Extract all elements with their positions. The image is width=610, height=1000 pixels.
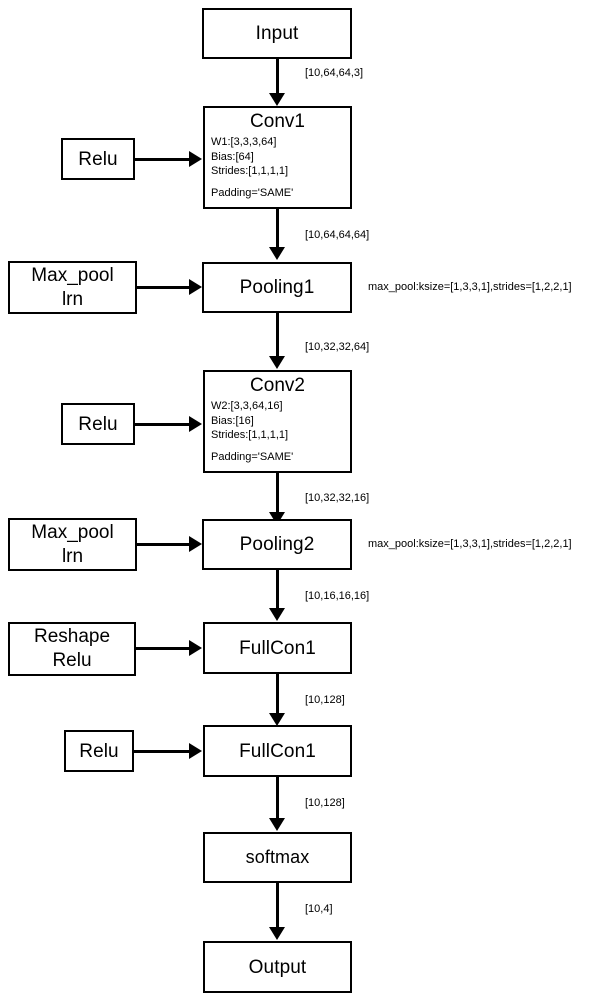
edge-conv1-pooling1-arrowhead (268, 247, 285, 260)
side-label-pooling1-params: max_pool:ksize=[1,3,3,1],strides=[1,2,2,… (368, 281, 572, 293)
edge-softmax-output-line (275, 883, 279, 929)
edge-conv1-pooling1-line (275, 209, 279, 249)
node-maxpool-lrn-2[interactable]: Max_pool lrn (8, 518, 137, 571)
node-relu-1[interactable]: Relu (61, 138, 135, 180)
edge-conv2-pooling2-line (275, 473, 279, 514)
edge-relu1-conv1-line (135, 157, 190, 161)
edge-fullcon2-softmax-arrowhead (268, 818, 285, 831)
conv1-padding: Padding='SAME' (211, 186, 294, 199)
node-output[interactable]: Output (203, 941, 352, 993)
edge-reshape-fullcon1-line (136, 647, 190, 650)
flowchart-canvas: Input [10,64,64,3] Conv1 W1:[3,3,3,64] B… (0, 0, 610, 1000)
node-conv2[interactable]: Conv2 W2:[3,3,64,16] Bias:[16] Strides:[… (203, 370, 352, 473)
node-fullcon-2[interactable]: FullCon1 (203, 725, 352, 777)
edge-label-pooling2-fullcon1: [10,16,16,16] (305, 590, 370, 602)
node-relu-1-label: Relu (78, 148, 118, 170)
node-conv2-details: W2:[3,3,64,16] Bias:[16] Strides:[1,1,1,… (205, 399, 350, 464)
edge-input-conv1-arrowhead (268, 93, 285, 106)
conv1-weights: W1:[3,3,3,64] (211, 136, 277, 148)
node-fullcon-1-label: FullCon1 (239, 637, 316, 659)
node-input-label: Input (255, 23, 299, 44)
node-softmax[interactable]: softmax (203, 832, 352, 883)
node-pooling1-label: Pooling1 (239, 277, 315, 298)
edge-label-fullcon2-softmax: [10,128] (305, 797, 345, 809)
edge-pooling1-conv2-line (275, 313, 279, 358)
conv1-strides: Strides:[1,1,1,1] (211, 165, 289, 177)
node-pooling2[interactable]: Pooling2 (202, 519, 352, 570)
edge-maxpool1-pooling1-arrowhead (189, 279, 202, 295)
node-fullcon-1[interactable]: FullCon1 (203, 622, 352, 674)
edge-reshape-fullcon1-arrowhead (189, 640, 202, 656)
edge-label-softmax-output: [10,4] (305, 903, 333, 915)
node-output-label: Output (248, 956, 307, 978)
node-input[interactable]: Input (202, 8, 352, 59)
conv2-bias: Bias:[16] (211, 414, 254, 427)
edge-pooling2-fullcon1-line (275, 570, 279, 610)
node-relu-3[interactable]: Relu (64, 730, 134, 772)
edge-fullcon1-fullcon2-line (275, 674, 279, 715)
edge-label-input-conv1: [10,64,64,3] (305, 67, 364, 79)
edge-label-fullcon1-fullcon2: [10,128] (305, 694, 345, 706)
conv1-bias: Bias:[64] (211, 150, 254, 163)
node-reshape-relu-line2: Relu (52, 650, 92, 671)
node-maxpool-lrn-2-line2: lrn (61, 545, 84, 567)
node-relu-3-label: Relu (79, 740, 119, 762)
edge-pooling2-fullcon1-arrowhead (268, 608, 285, 621)
conv2-spacer (211, 443, 350, 450)
side-label-pooling2-params: max_pool:ksize=[1,3,3,1],strides=[1,2,2,… (368, 538, 572, 550)
node-maxpool-lrn-1-line2: lrn (61, 288, 84, 310)
node-conv2-title: Conv2 (250, 375, 305, 396)
conv2-strides: Strides:[1,1,1,1] (211, 429, 289, 441)
node-relu-2-label: Relu (78, 413, 118, 435)
edge-relu2-conv2-line (135, 422, 190, 426)
edge-maxpool2-pooling2-arrowhead (189, 536, 202, 552)
edge-fullcon2-softmax-line (275, 777, 279, 820)
edge-pooling1-conv2-arrowhead (268, 356, 285, 369)
node-maxpool-lrn-1-line1: Max_pool (31, 264, 114, 286)
conv2-weights: W2:[3,3,64,16] (211, 400, 283, 412)
node-conv1-details: W1:[3,3,3,64] Bias:[64] Strides:[1,1,1,1… (205, 135, 350, 200)
node-conv1-title: Conv1 (250, 111, 305, 132)
edge-maxpool2-pooling2-line (137, 543, 190, 546)
edge-label-conv1-pooling1: [10,64,64,64] (305, 229, 370, 241)
node-pooling1[interactable]: Pooling1 (202, 262, 352, 313)
edge-input-conv1-line (275, 59, 279, 95)
edge-label-conv2-pooling2: [10,32,32,16] (305, 492, 370, 504)
node-maxpool-lrn-1[interactable]: Max_pool lrn (8, 261, 137, 314)
node-reshape-relu-line1: Reshape (33, 626, 111, 647)
edge-softmax-output-arrowhead (268, 927, 285, 940)
node-pooling2-label: Pooling2 (239, 534, 315, 555)
conv2-padding: Padding='SAME' (211, 450, 294, 463)
edge-relu2-conv2-arrowhead (189, 415, 202, 432)
edge-relu1-conv1-arrowhead (189, 150, 202, 167)
node-maxpool-lrn-2-line1: Max_pool (31, 521, 114, 543)
edge-label-pooling1-conv2: [10,32,32,64] (305, 341, 370, 353)
node-softmax-label: softmax (245, 847, 310, 867)
node-relu-2[interactable]: Relu (61, 403, 135, 445)
edge-relu3-fullcon2-arrowhead (189, 742, 202, 759)
edge-relu3-fullcon2-line (134, 749, 190, 753)
conv1-spacer (211, 179, 350, 186)
edge-maxpool1-pooling1-line (137, 286, 190, 289)
node-conv1[interactable]: Conv1 W1:[3,3,3,64] Bias:[64] Strides:[1… (203, 106, 352, 209)
node-fullcon-2-label: FullCon1 (239, 740, 316, 762)
node-reshape-relu[interactable]: Reshape Relu (8, 622, 136, 676)
